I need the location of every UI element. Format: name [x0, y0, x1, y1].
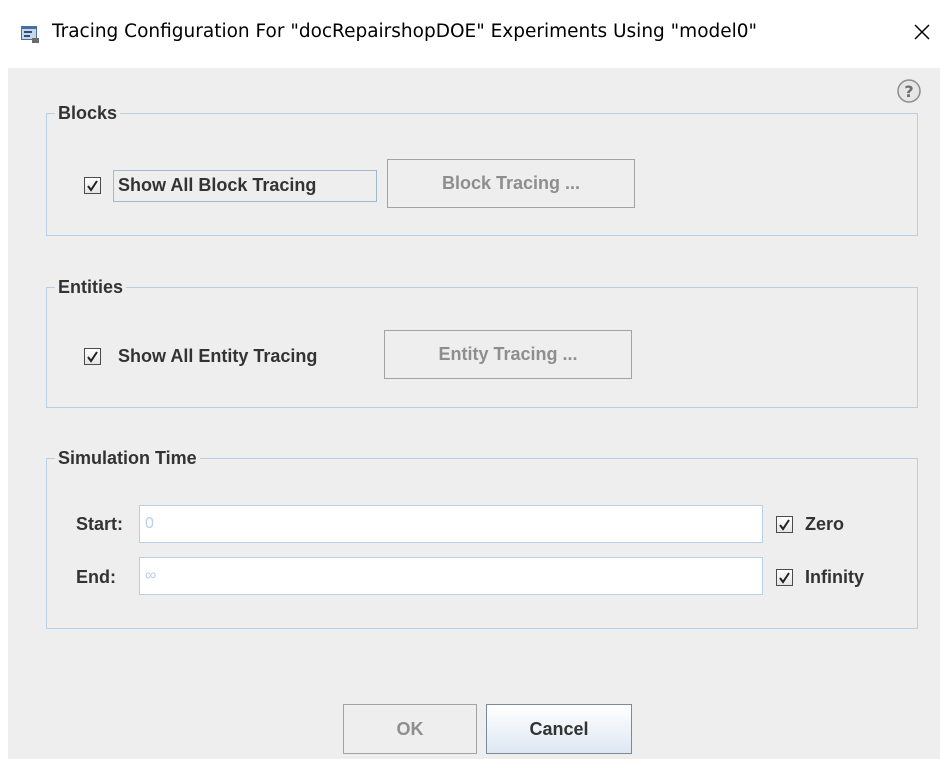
zero-checkbox[interactable]: [776, 516, 793, 533]
block-tracing-button[interactable]: Block Tracing ...: [387, 159, 635, 208]
infinity-checkbox[interactable]: [776, 569, 793, 586]
cancel-button[interactable]: Cancel: [486, 704, 632, 754]
close-icon: [914, 24, 930, 40]
checkmark-icon: [87, 180, 98, 192]
entity-tracing-button[interactable]: Entity Tracing ...: [384, 330, 632, 379]
show-all-block-tracing-checkbox[interactable]: [84, 177, 101, 194]
app-window-icon: [21, 26, 39, 43]
start-label: Start:: [76, 514, 124, 534]
simulation-time-legend: Simulation Time: [58, 448, 197, 468]
title-bar[interactable]: Tracing Configuration For "docRepairshop…: [0, 0, 940, 68]
infinity-label[interactable]: Infinity: [805, 567, 864, 588]
checkmark-icon: [779, 572, 790, 584]
end-time-input[interactable]: ∞: [139, 557, 763, 595]
show-all-entity-tracing-label[interactable]: Show All Entity Tracing: [118, 346, 317, 367]
close-button[interactable]: [908, 18, 936, 46]
start-time-input[interactable]: 0: [139, 505, 763, 543]
checkmark-icon: [779, 519, 790, 531]
entities-legend: Entities: [58, 277, 124, 297]
checkmark-icon: [87, 351, 98, 363]
zero-label[interactable]: Zero: [805, 514, 844, 535]
window-title: Tracing Configuration For "docRepairshop…: [52, 21, 758, 42]
blocks-legend: Blocks: [58, 103, 118, 123]
help-question-icon[interactable]: ?: [896, 78, 922, 104]
ok-button[interactable]: OK: [343, 704, 477, 754]
show-all-block-tracing-label[interactable]: Show All Block Tracing: [118, 175, 316, 196]
end-label: End:: [76, 567, 116, 587]
svg-text:?: ?: [904, 82, 913, 101]
show-all-entity-tracing-checkbox[interactable]: [84, 348, 101, 365]
